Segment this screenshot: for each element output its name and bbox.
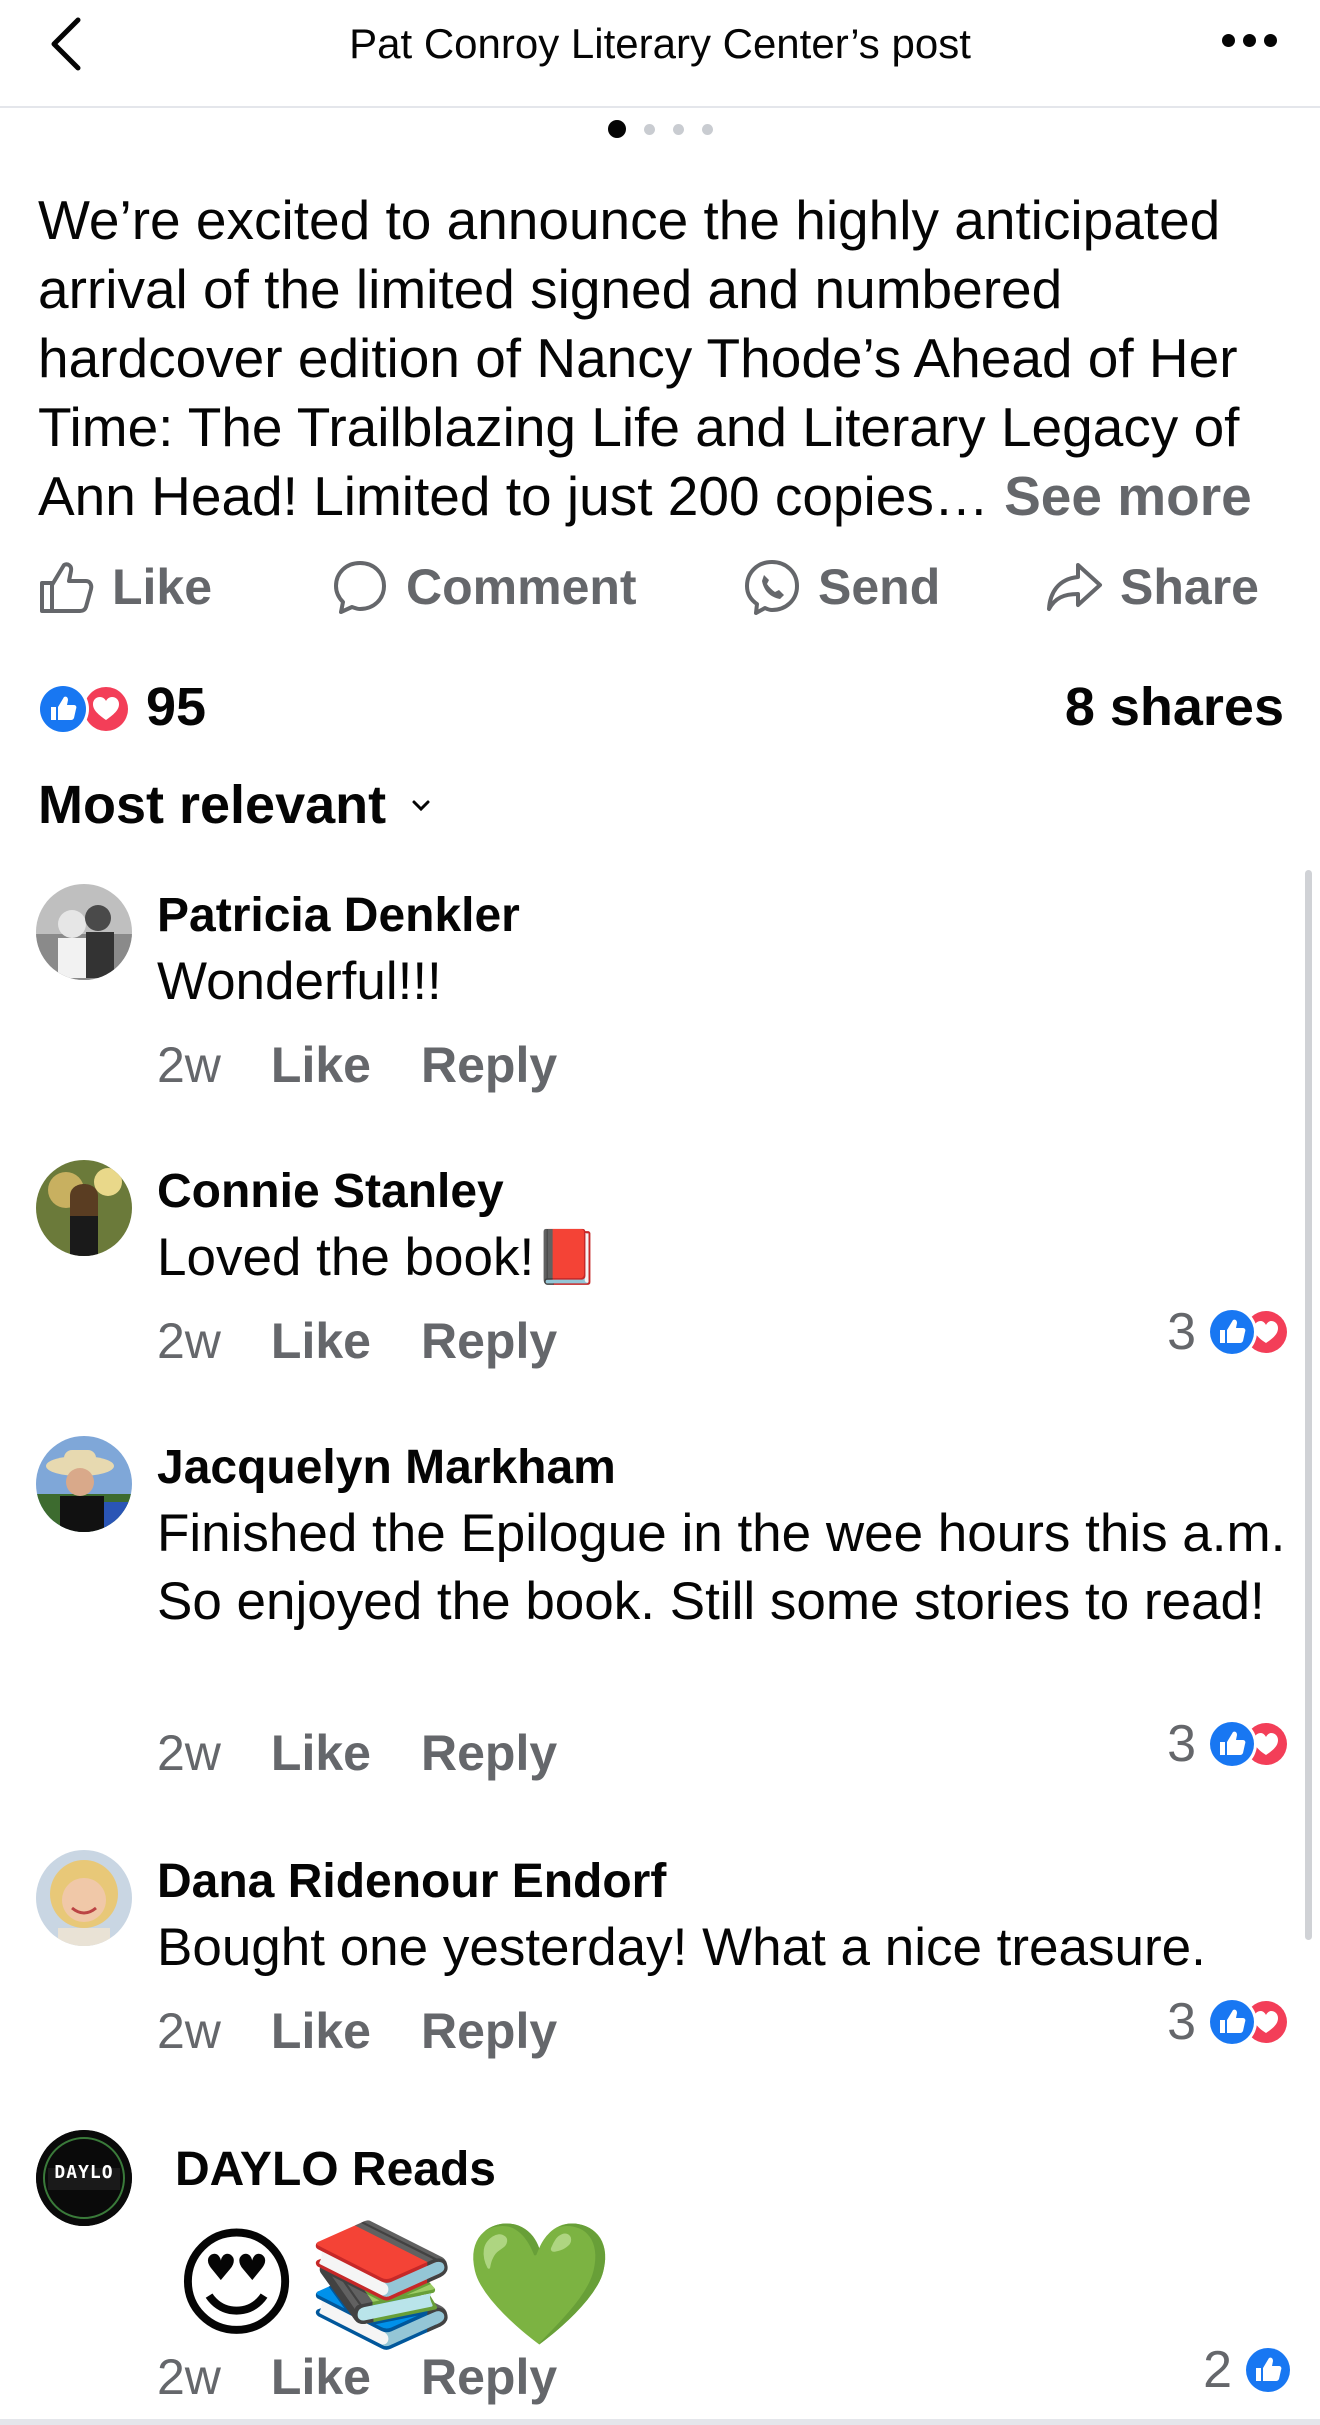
comment-text: Loved the book!📕 — [157, 1228, 601, 1287]
daylo-logo-text: DAYLO — [54, 2162, 114, 2183]
like-reaction-icon — [1243, 2345, 1293, 2395]
comment-meta: 2w Like Reply — [157, 2348, 557, 2406]
commenter-name[interactable]: Patricia Denkler — [157, 888, 520, 943]
comment-time: 2w — [157, 2349, 221, 2405]
comment-text: Finished the Epilogue in the wee hours t… — [157, 1504, 1286, 1631]
comment-button[interactable]: Comment — [330, 552, 637, 622]
comment-like-button[interactable]: Like — [271, 1036, 371, 1094]
like-love-reaction-icons — [37, 683, 130, 735]
comment-reply-button[interactable]: Reply — [421, 2002, 557, 2060]
comment-meta: 2w Like Reply — [157, 2002, 557, 2060]
comment-reply-button[interactable]: Reply — [421, 1724, 557, 1782]
chevron-down-icon — [412, 800, 430, 812]
more-options-icon[interactable] — [1222, 28, 1286, 52]
comment-reactions[interactable]: 3 — [1167, 1302, 1292, 1362]
commenter-name[interactable]: Connie Stanley — [157, 1164, 504, 1219]
top-bar: Pat Conroy Literary Center’s post — [0, 0, 1320, 108]
avatar[interactable] — [36, 1160, 132, 1256]
comment-emojis: 😍📚💚 — [174, 2217, 622, 2351]
commenter-name[interactable]: Jacquelyn Markham — [157, 1440, 616, 1495]
thumbs-up-icon — [40, 562, 94, 613]
comment-reaction-count: 2 — [1203, 2341, 1232, 2399]
share-arrow-icon — [1047, 563, 1102, 611]
comment-like-button[interactable]: Like — [271, 2348, 371, 2406]
avatar[interactable] — [36, 1850, 132, 1946]
comment-reactions[interactable]: 3 — [1167, 1992, 1292, 2052]
comment-time: 2w — [157, 2003, 221, 2059]
comment-reactions[interactable]: 2 — [1203, 2340, 1294, 2400]
comment-time: 2w — [157, 1313, 221, 1369]
comment-reaction-count: 3 — [1167, 1303, 1196, 1361]
like-love-reaction-icons — [1207, 1307, 1290, 1357]
comment-meta: 2w Like Reply — [157, 1312, 557, 1370]
like-button[interactable]: Like — [36, 552, 212, 622]
send-button[interactable]: Send — [742, 552, 940, 622]
comment-meta: 2w Like Reply — [157, 1036, 557, 1094]
post-body: We’re excited to announce the highly ant… — [38, 186, 1298, 531]
post-action-bar: Like Comment Send Share — [36, 552, 1286, 622]
comment-label: Comment — [406, 559, 637, 615]
carousel-indicator — [0, 120, 1320, 138]
comment-reaction-count: 3 — [1167, 1715, 1196, 1773]
comment-time: 2w — [157, 1037, 221, 1093]
comment-text: Bought one yesterday! What a nice treasu… — [157, 1918, 1206, 1977]
commenter-name[interactable]: DAYLO Reads — [175, 2142, 496, 2197]
share-button[interactable]: Share — [1044, 552, 1259, 622]
like-label: Like — [112, 559, 213, 615]
send-label: Send — [818, 559, 941, 615]
daylo-logo-avatar[interactable]: DAYLO — [36, 2130, 132, 2226]
comment-meta: 2w Like Reply — [157, 1724, 557, 1782]
comment-reply-button[interactable]: Reply — [421, 1312, 557, 1370]
carousel-dot[interactable] — [643, 123, 655, 135]
comment-sort-dropdown[interactable]: Most relevant — [38, 774, 434, 836]
comment-like-button[interactable]: Like — [271, 1312, 371, 1370]
bottom-edge — [0, 2419, 1320, 2425]
avatar[interactable] — [36, 1436, 132, 1532]
comment-reaction-count: 3 — [1167, 1993, 1196, 2051]
comment-like-button[interactable]: Like — [271, 1724, 371, 1782]
sort-label: Most relevant — [38, 775, 387, 835]
like-love-reaction-icons — [1207, 1997, 1290, 2047]
page-title: Pat Conroy Literary Center’s post — [349, 20, 971, 67]
comment-reactions[interactable]: 3 — [1167, 1714, 1292, 1774]
avatar[interactable] — [36, 884, 132, 980]
comment-text: Wonderful!!! — [157, 952, 442, 1011]
comment-like-button[interactable]: Like — [271, 2002, 371, 2060]
comment-time: 2w — [157, 1725, 221, 1781]
carousel-dot[interactable] — [672, 123, 684, 135]
carousel-dot-active[interactable] — [607, 120, 626, 138]
comment-bubble-icon — [334, 561, 386, 614]
share-label: Share — [1120, 559, 1259, 615]
comment-reply-button[interactable]: Reply — [421, 1036, 557, 1094]
reactions-summary[interactable]: 95 8 shares — [36, 676, 1284, 740]
commenter-name[interactable]: Dana Ridenour Endorf — [157, 1854, 666, 1909]
comment-reply-button[interactable]: Reply — [421, 2348, 557, 2406]
messenger-icon — [745, 560, 799, 615]
carousel-dot[interactable] — [701, 123, 713, 135]
scrollbar[interactable] — [1305, 870, 1312, 1940]
reaction-count: 95 — [146, 677, 207, 737]
like-love-reaction-icons — [1207, 1719, 1290, 1769]
see-more-link[interactable]: See more — [1004, 465, 1252, 527]
shares-count[interactable]: 8 shares — [1065, 676, 1284, 738]
